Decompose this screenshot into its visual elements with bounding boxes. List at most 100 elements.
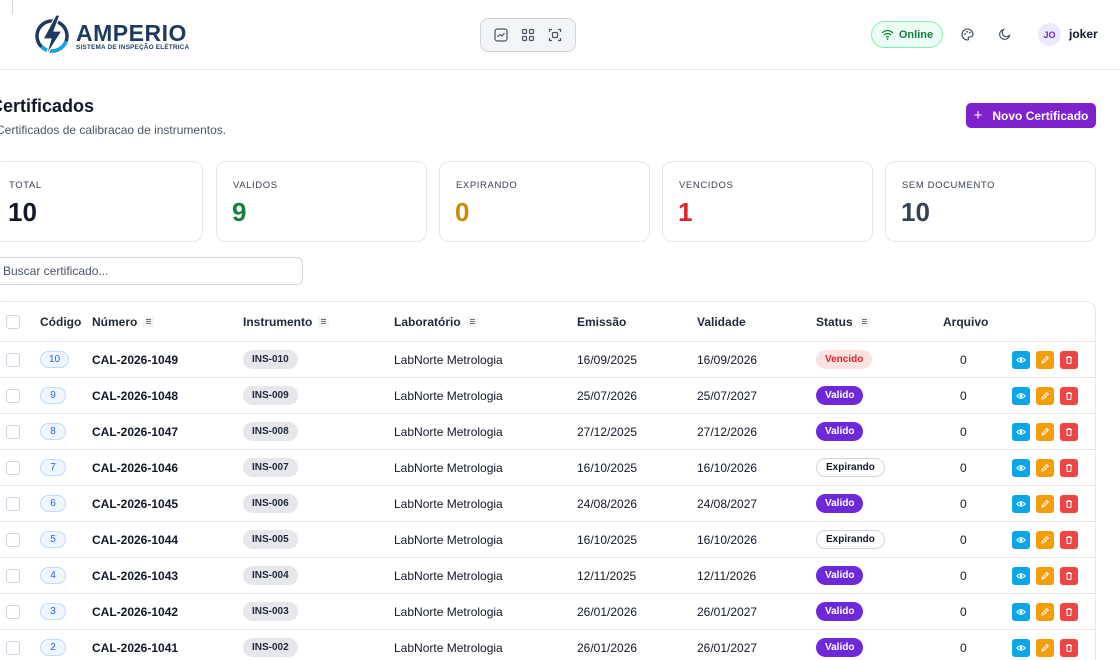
code-badge: 5 xyxy=(40,531,66,548)
issue-date: 26/01/2026 xyxy=(577,640,638,655)
column-header-codigo[interactable]: Código xyxy=(40,302,81,341)
table-row[interactable]: 2 CAL-2026-1041 INS-002 LabNorte Metrologia… xyxy=(0,630,1095,660)
status-badge: Valido xyxy=(816,422,864,441)
new-certificate-button[interactable]: + Novo Certificado xyxy=(966,103,1096,128)
column-header-instrumento[interactable]: Instrumento xyxy=(243,302,330,341)
instrument-badge[interactable]: INS-008 xyxy=(243,422,298,441)
table-row[interactable]: 9 CAL-2026-1048 INS-009 LabNorte Metrologia… xyxy=(0,378,1095,414)
search-input[interactable] xyxy=(0,257,303,285)
issue-date: 27/12/2025 xyxy=(577,424,638,439)
stat-label: EXPIRANDO xyxy=(456,180,518,191)
issue-date: 26/01/2026 xyxy=(577,604,638,619)
file-count: 0 xyxy=(960,424,967,439)
column-header-arquivo[interactable]: Arquivo xyxy=(943,302,988,341)
user-name[interactable]: joker xyxy=(1069,27,1098,41)
trash-icon[interactable] xyxy=(1060,458,1078,477)
row-checkbox[interactable] xyxy=(6,640,20,655)
code-badge: 8 xyxy=(40,423,66,440)
instrument-badge[interactable]: INS-009 xyxy=(243,386,298,405)
row-checkbox[interactable] xyxy=(6,388,20,403)
row-actions xyxy=(1012,566,1078,585)
laboratory: LabNorte Metrologia xyxy=(394,460,503,475)
online-status-badge[interactable]: Online xyxy=(871,21,943,48)
eye-icon[interactable] xyxy=(1012,422,1030,441)
table-row[interactable]: 4 CAL-2026-1043 INS-004 LabNorte Metrologia… xyxy=(0,558,1095,594)
eye-icon[interactable] xyxy=(1012,638,1030,657)
column-header-status[interactable]: Status xyxy=(816,302,870,341)
row-actions xyxy=(1012,386,1078,405)
pencil-icon[interactable] xyxy=(1036,530,1054,549)
grid-icon[interactable] xyxy=(516,23,540,47)
instrument-badge[interactable]: INS-002 xyxy=(243,638,298,657)
table-row[interactable]: 5 CAL-2026-1044 INS-005 LabNorte Metrologia… xyxy=(0,522,1095,558)
row-checkbox[interactable] xyxy=(6,352,20,367)
row-checkbox[interactable] xyxy=(6,568,20,583)
table-row[interactable]: 3 CAL-2026-1042 INS-003 LabNorte Metrologia… xyxy=(0,594,1095,630)
table-row[interactable]: 10 CAL-2026-1049 INS-010 LabNorte Metrologi… xyxy=(0,342,1095,378)
instrument-badge[interactable]: INS-003 xyxy=(243,602,298,621)
trash-icon[interactable] xyxy=(1060,530,1078,549)
column-header-numero[interactable]: Número xyxy=(92,302,155,341)
certificate-number: CAL-2026-1041 xyxy=(92,640,179,655)
column-header-validade[interactable]: Validade xyxy=(697,302,746,341)
sort-icon[interactable] xyxy=(318,316,330,327)
select-all-checkbox[interactable] xyxy=(6,314,20,329)
chart-icon[interactable] xyxy=(489,23,513,47)
trash-icon[interactable] xyxy=(1060,602,1078,621)
sort-icon[interactable] xyxy=(143,316,155,327)
trash-icon[interactable] xyxy=(1060,386,1078,405)
trash-icon[interactable] xyxy=(1060,422,1078,441)
instrument-badge[interactable]: INS-004 xyxy=(243,566,298,585)
pencil-icon[interactable] xyxy=(1036,422,1054,441)
table-row[interactable]: 7 CAL-2026-1046 INS-007 LabNorte Metrologia… xyxy=(0,450,1095,486)
wifi-icon xyxy=(881,29,894,40)
pencil-icon[interactable] xyxy=(1036,494,1054,513)
laboratory: LabNorte Metrologia xyxy=(394,604,503,619)
eye-icon[interactable] xyxy=(1012,350,1030,369)
page-title: Certificados xyxy=(0,96,95,116)
trash-icon[interactable] xyxy=(1060,566,1078,585)
stat-card-sem-documento: SEM DOCUMENTO 10 xyxy=(885,161,1096,242)
row-checkbox[interactable] xyxy=(6,424,20,439)
row-checkbox[interactable] xyxy=(6,496,20,511)
page-subtitle: Certificados de calibracao de instrument… xyxy=(0,123,227,137)
sort-icon[interactable] xyxy=(466,316,478,327)
pencil-icon[interactable] xyxy=(1036,638,1054,657)
row-checkbox[interactable] xyxy=(6,604,20,619)
pencil-icon[interactable] xyxy=(1036,350,1054,369)
pencil-icon[interactable] xyxy=(1036,386,1054,405)
column-header-emissao[interactable]: Emissão xyxy=(577,302,626,341)
trash-icon[interactable] xyxy=(1060,638,1078,657)
eye-icon[interactable] xyxy=(1012,494,1030,513)
issue-date: 16/09/2025 xyxy=(577,352,638,367)
eye-icon[interactable] xyxy=(1012,602,1030,621)
table-row[interactable]: 6 CAL-2026-1045 INS-006 LabNorte Metrologia… xyxy=(0,486,1095,522)
instrument-badge[interactable]: INS-006 xyxy=(243,494,298,513)
table-row[interactable]: 8 CAL-2026-1047 INS-008 LabNorte Metrologia… xyxy=(0,414,1095,450)
pencil-icon[interactable] xyxy=(1036,602,1054,621)
laboratory: LabNorte Metrologia xyxy=(394,496,503,511)
row-checkbox[interactable] xyxy=(6,460,20,475)
code-badge: 10 xyxy=(40,351,70,368)
trash-icon[interactable] xyxy=(1060,350,1078,369)
eye-icon[interactable] xyxy=(1012,386,1030,405)
pencil-icon[interactable] xyxy=(1036,458,1054,477)
instrument-badge[interactable]: INS-007 xyxy=(243,458,298,477)
expiry-date: 25/07/2027 xyxy=(697,388,758,403)
column-header-laboratorio[interactable]: Laboratório xyxy=(394,302,478,341)
pencil-icon[interactable] xyxy=(1036,566,1054,585)
avatar[interactable]: JO xyxy=(1038,23,1061,46)
palette-icon[interactable] xyxy=(957,24,977,44)
instrument-badge[interactable]: INS-005 xyxy=(243,530,298,549)
moon-icon[interactable] xyxy=(995,24,1015,44)
certificates-table: Código Número Instrumento Laboratório Em… xyxy=(0,301,1096,660)
eye-icon[interactable] xyxy=(1012,566,1030,585)
row-checkbox[interactable] xyxy=(6,532,20,547)
sort-icon[interactable] xyxy=(858,316,870,327)
trash-icon[interactable] xyxy=(1060,494,1078,513)
eye-icon[interactable] xyxy=(1012,458,1030,477)
eye-icon[interactable] xyxy=(1012,530,1030,549)
focus-icon[interactable] xyxy=(543,23,567,47)
instrument-badge[interactable]: INS-010 xyxy=(243,350,298,369)
brand-logo[interactable]: AMPERIO SISTEMA DE INSPEÇÃO ELÉTRICA xyxy=(32,13,189,57)
